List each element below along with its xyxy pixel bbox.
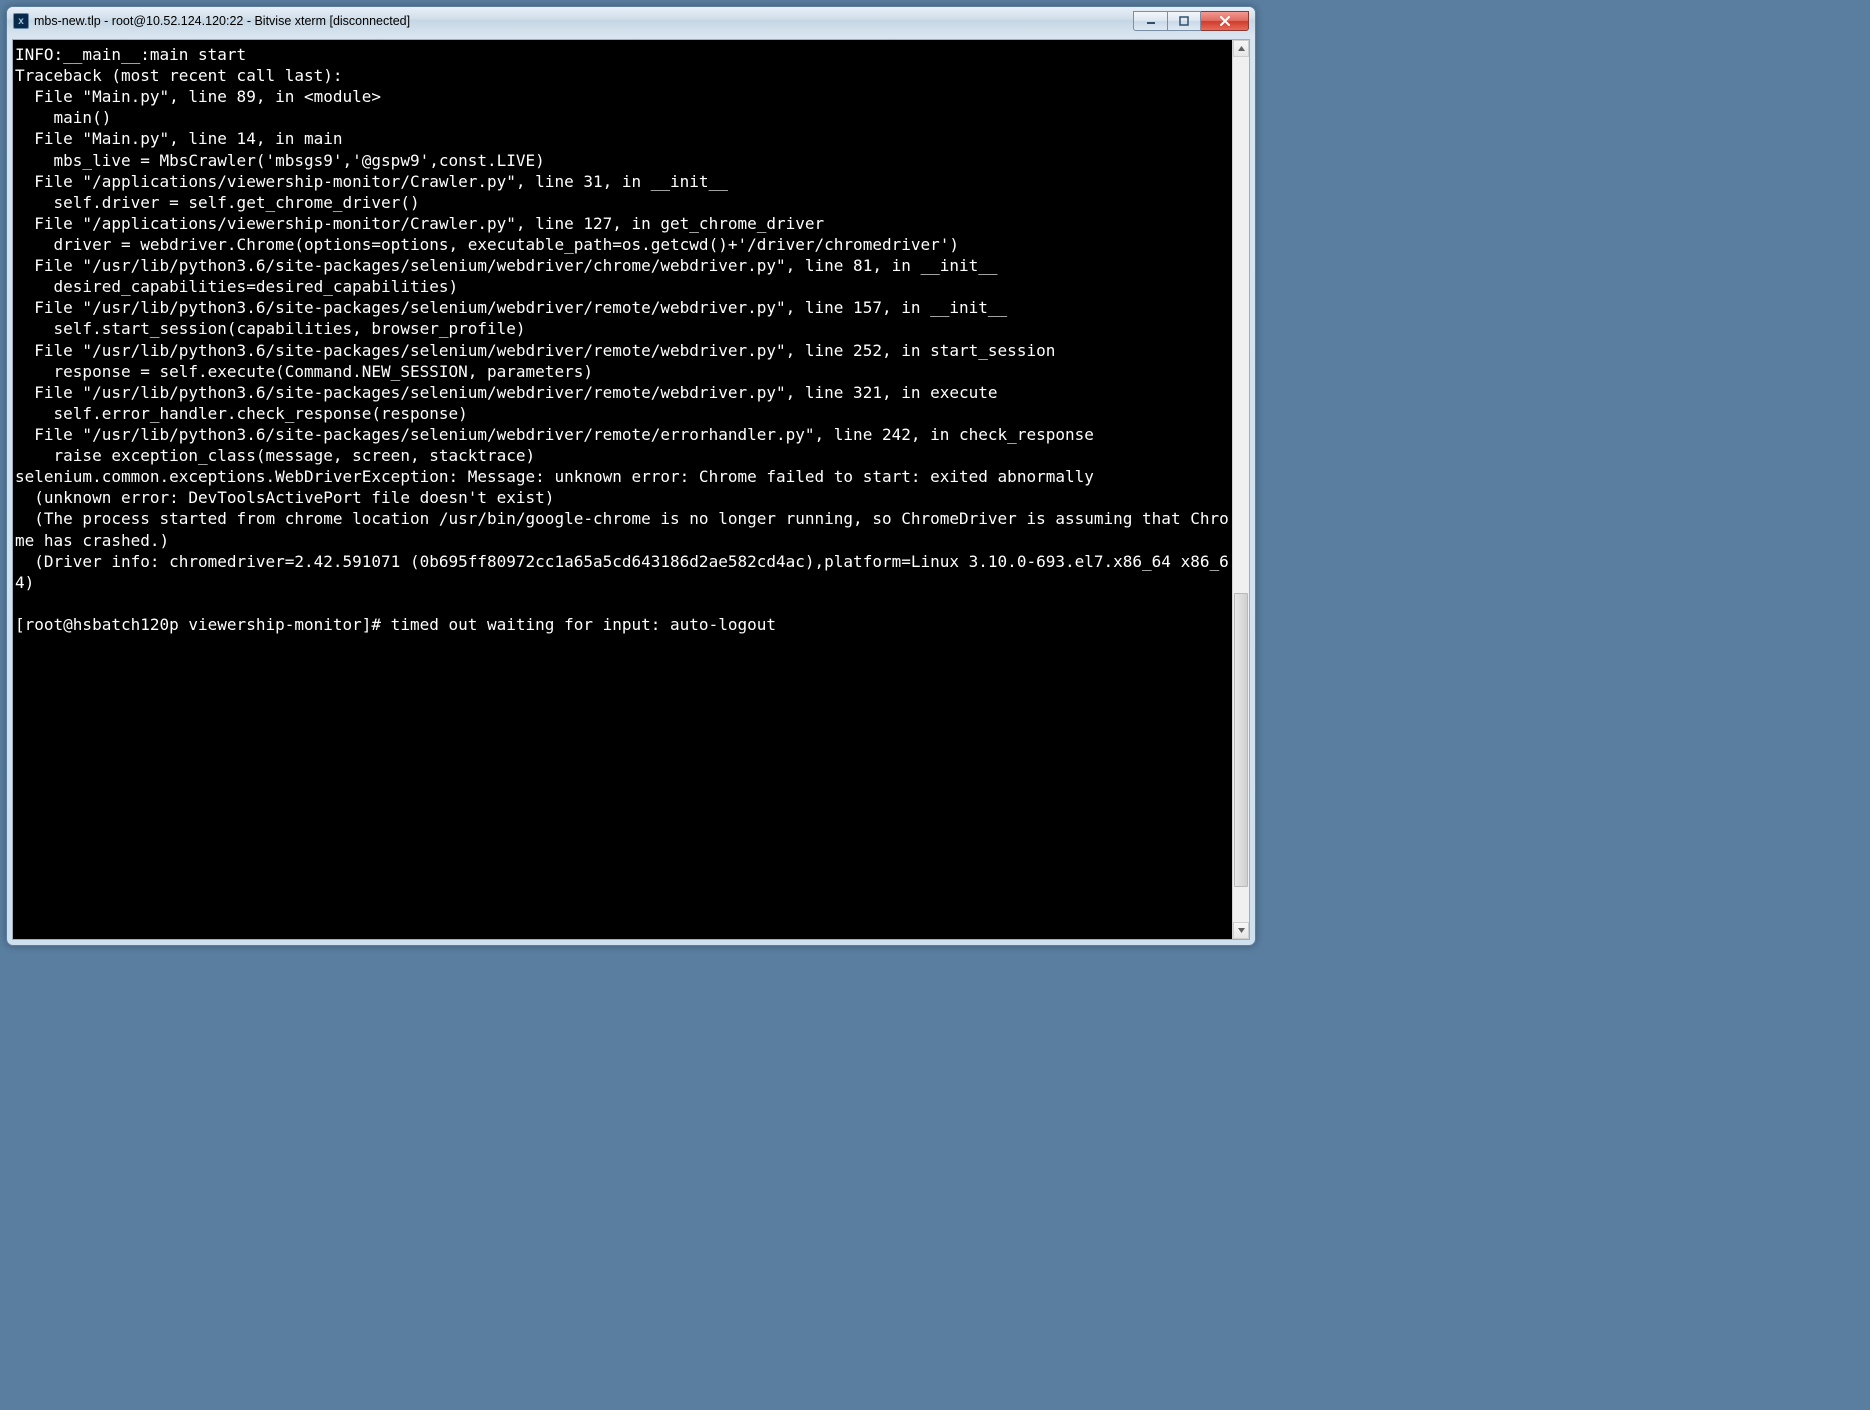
terminal-output[interactable]: INFO:__main__:main start Traceback (most…	[13, 40, 1232, 939]
terminal-window: x mbs-new.tlp - root@10.52.124.120:22 - …	[6, 6, 1256, 946]
app-icon: x	[13, 13, 29, 29]
scroll-track[interactable]	[1233, 57, 1249, 922]
window-title: mbs-new.tlp - root@10.52.124.120:22 - Bi…	[34, 14, 1133, 28]
client-area: INFO:__main__:main start Traceback (most…	[12, 39, 1250, 940]
minimize-button[interactable]	[1133, 11, 1167, 31]
maximize-button[interactable]	[1167, 11, 1201, 31]
titlebar[interactable]: x mbs-new.tlp - root@10.52.124.120:22 - …	[7, 7, 1255, 35]
close-button[interactable]	[1201, 11, 1249, 31]
vertical-scrollbar[interactable]	[1232, 40, 1249, 939]
scroll-up-button[interactable]	[1233, 40, 1249, 57]
client-frame: INFO:__main__:main start Traceback (most…	[7, 35, 1255, 945]
scroll-down-button[interactable]	[1233, 922, 1249, 939]
scroll-thumb[interactable]	[1234, 593, 1248, 887]
window-controls	[1133, 11, 1251, 31]
